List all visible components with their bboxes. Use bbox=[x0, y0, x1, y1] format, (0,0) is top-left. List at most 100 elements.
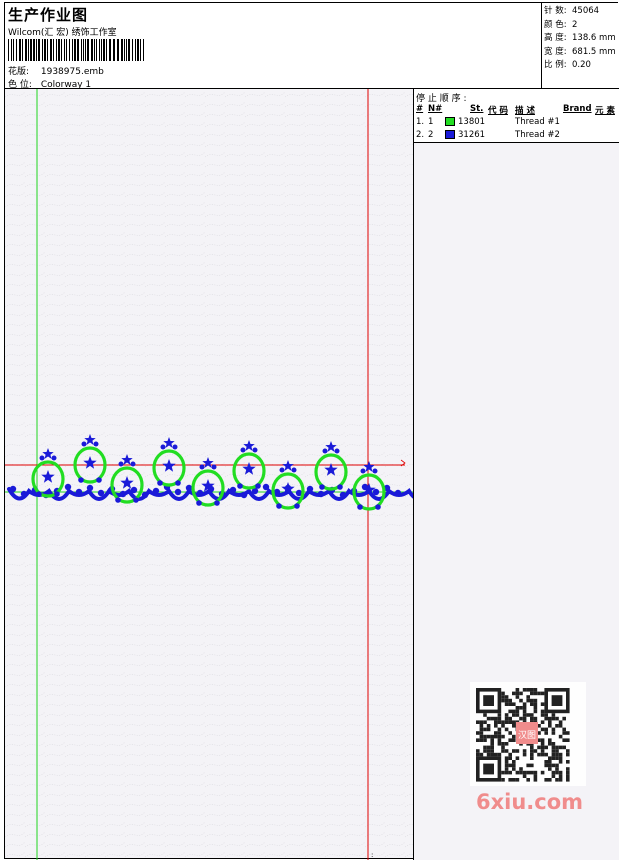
row-no: 2 bbox=[428, 130, 434, 140]
lace-dot bbox=[86, 484, 94, 492]
leaf-dot bbox=[294, 503, 300, 509]
col-elem: 元 素 bbox=[595, 106, 615, 116]
lace-dot bbox=[240, 491, 248, 499]
leaf-dot bbox=[357, 504, 363, 510]
leaf-dot bbox=[375, 504, 381, 510]
lace-dot bbox=[306, 485, 314, 493]
stamp-text: 汉图 bbox=[518, 730, 536, 741]
leaf-dot bbox=[319, 484, 325, 490]
flower-petal bbox=[172, 444, 178, 450]
file-info: 花版: 1938975.emb bbox=[8, 64, 104, 77]
table-row[interactable]: 2. 2 31261 Thread #2 bbox=[416, 130, 616, 142]
sequence-title: 停 止 顺 序 : bbox=[416, 94, 467, 104]
flower-petal bbox=[160, 444, 166, 450]
leaf-dot bbox=[54, 491, 60, 497]
col-brand: Brand bbox=[563, 104, 592, 114]
lace-dot bbox=[196, 489, 204, 497]
flower-petal bbox=[240, 447, 246, 453]
leaf-dot bbox=[214, 500, 220, 506]
leaf-dot bbox=[276, 503, 282, 509]
flower-petal bbox=[334, 448, 340, 454]
lace-dot bbox=[119, 490, 127, 498]
leaf-dot bbox=[196, 500, 202, 506]
design-canvas[interactable]: : bbox=[5, 89, 414, 860]
fabric-texture bbox=[5, 89, 413, 860]
col-st: St. bbox=[470, 104, 484, 114]
stat-value: 0.20 bbox=[572, 60, 591, 71]
lace-dot bbox=[229, 486, 237, 494]
lace-dot bbox=[64, 483, 72, 491]
flower-petal bbox=[291, 467, 297, 473]
row-index: 2. bbox=[416, 130, 425, 140]
lace-dot bbox=[9, 485, 17, 493]
leaf-dot bbox=[133, 497, 139, 503]
stat-label: 针 数: bbox=[544, 6, 567, 16]
flower-petal bbox=[360, 468, 366, 474]
lace-dot bbox=[339, 491, 347, 499]
sequence-header-row: # N# St. 代 码 描 述 Brand 元 素 bbox=[416, 104, 616, 116]
flower-petal bbox=[130, 461, 136, 467]
flower-petal bbox=[211, 464, 217, 470]
flower-petal bbox=[93, 441, 99, 447]
leaf-dot bbox=[115, 497, 121, 503]
leaf-dot bbox=[255, 483, 261, 489]
stat-label: 高 度: bbox=[544, 33, 567, 44]
stat-stitches: 针 数: 45064 bbox=[544, 5, 619, 19]
lace-dot bbox=[97, 489, 105, 497]
file-value: 1938975.emb bbox=[40, 67, 104, 77]
stat-value: 2 bbox=[572, 19, 578, 30]
stats-panel: 针 数: 45064 颜 色: 2 高 度: 138.6 mm 宽 度: 681.5 m… bbox=[541, 3, 619, 89]
sheet-header: 生产作业图 Wilcom(汇 宏) 绣饰工作室 花版: 1938975.emb … bbox=[5, 3, 619, 90]
page-title: 生产作业图 bbox=[8, 6, 89, 24]
stat-value: 45064 bbox=[572, 6, 600, 16]
lace-dot bbox=[152, 487, 160, 495]
stat-value: 138.6 mm bbox=[572, 33, 616, 44]
flower-petal bbox=[252, 447, 258, 453]
row-code: 31261 bbox=[458, 130, 486, 140]
col-no: N# bbox=[428, 104, 443, 114]
file-label: 花版: bbox=[8, 67, 30, 77]
stat-label: 颜 色: bbox=[544, 19, 567, 30]
col-hash: # bbox=[416, 104, 424, 114]
stat-scale: 比 例: 0.20 bbox=[544, 59, 619, 73]
tick-mark: : bbox=[371, 851, 373, 859]
stat-label: 比 例: bbox=[544, 60, 567, 71]
lace-dot bbox=[174, 488, 182, 496]
barcode-image bbox=[8, 39, 144, 61]
leaf-dot bbox=[337, 484, 343, 490]
stat-width: 宽 度: 681.5 mm bbox=[544, 46, 619, 60]
leaf-dot bbox=[96, 477, 102, 483]
row-desc: Thread #1 bbox=[515, 117, 560, 127]
col-desc: 描 述 bbox=[515, 106, 535, 116]
row-no: 1 bbox=[428, 117, 434, 127]
flower-petal bbox=[199, 464, 205, 470]
col-code: 代 码 bbox=[488, 106, 508, 116]
row-code: 13801 bbox=[458, 117, 486, 127]
lace-dot bbox=[141, 491, 149, 499]
lace-dot bbox=[20, 490, 28, 498]
leaf-dot bbox=[36, 491, 42, 497]
company-name: Wilcom(汇 宏) 绣饰工作室 bbox=[8, 28, 117, 38]
flower-petal bbox=[372, 468, 378, 474]
stat-label: 宽 度: bbox=[544, 46, 567, 57]
flower-petal bbox=[51, 455, 57, 461]
lace-dot bbox=[317, 490, 325, 498]
flower-petal bbox=[81, 441, 87, 447]
color-swatch bbox=[445, 130, 455, 139]
stat-colors: 颜 色: 2 bbox=[544, 19, 619, 33]
sequence-table: 停 止 顺 序 : # N# St. 代 码 描 述 Brand 元 素 1. … bbox=[414, 89, 619, 143]
design-drawing: : bbox=[5, 89, 413, 860]
table-row[interactable]: 1. 1 13801 Thread #1 bbox=[416, 117, 616, 129]
color-swatch bbox=[445, 117, 455, 126]
leaf-dot bbox=[237, 483, 243, 489]
stat-height: 高 度: 138.6 mm bbox=[544, 32, 619, 46]
stat-value: 681.5 mm bbox=[572, 46, 616, 57]
row-desc: Thread #2 bbox=[515, 130, 560, 140]
lace-dot bbox=[185, 484, 193, 492]
watermark-text: 6xiu.com bbox=[476, 790, 584, 814]
flower-petal bbox=[118, 461, 124, 467]
lace-dot bbox=[372, 488, 380, 496]
row-index: 1. bbox=[416, 117, 425, 127]
flower-petal bbox=[322, 448, 328, 454]
lace-dot bbox=[394, 489, 402, 497]
